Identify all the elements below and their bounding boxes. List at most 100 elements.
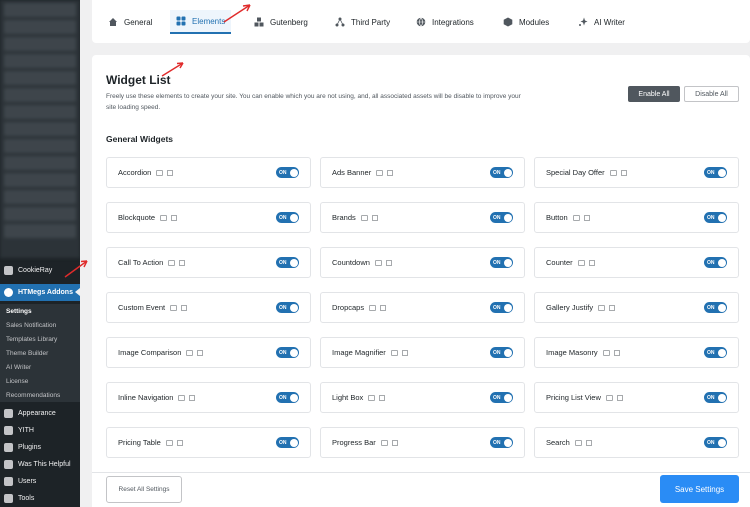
widget-label: Custom Event bbox=[118, 303, 166, 312]
monitor-icon[interactable] bbox=[369, 305, 377, 312]
widget-toggle[interactable]: ON bbox=[490, 347, 513, 358]
widget-toggle[interactable]: ON bbox=[704, 437, 727, 448]
sidebar-item-appearance[interactable]: Appearance bbox=[0, 405, 80, 422]
widget-label: Light Box bbox=[332, 393, 364, 402]
widget-toggle[interactable]: ON bbox=[490, 212, 513, 223]
toggle-state-label: ON bbox=[493, 169, 501, 176]
widget-toggle[interactable]: ON bbox=[276, 167, 299, 178]
monitor-icon[interactable] bbox=[160, 215, 168, 222]
external-link-icon[interactable] bbox=[167, 170, 174, 177]
monitor-icon[interactable] bbox=[609, 170, 617, 177]
external-link-icon[interactable] bbox=[385, 260, 392, 267]
monitor-icon[interactable] bbox=[170, 305, 178, 312]
monitor-icon[interactable] bbox=[572, 215, 580, 222]
external-link-icon[interactable] bbox=[387, 170, 394, 177]
widget-toggle[interactable]: ON bbox=[276, 257, 299, 268]
widget-toggle[interactable]: ON bbox=[276, 437, 299, 448]
admin-sidebar: CookieRay HTMegs Addons Settings Sales N… bbox=[0, 0, 80, 507]
widget-toggle[interactable]: ON bbox=[704, 347, 727, 358]
widget-toggle[interactable]: ON bbox=[704, 257, 727, 268]
save-settings-button[interactable]: Save Settings bbox=[660, 475, 739, 503]
external-link-icon[interactable] bbox=[181, 305, 188, 312]
widget-toggle[interactable]: ON bbox=[490, 437, 513, 448]
monitor-icon[interactable] bbox=[605, 395, 613, 402]
widget-toggle[interactable]: ON bbox=[704, 212, 727, 223]
sidebar-item-htmegs-addons[interactable]: HTMegs Addons bbox=[0, 284, 80, 301]
widget-card: Call To Action ON bbox=[106, 247, 311, 278]
widget-toggle[interactable]: ON bbox=[276, 212, 299, 223]
monitor-icon[interactable] bbox=[380, 440, 388, 447]
tab-integrations[interactable]: Integrations bbox=[416, 10, 474, 34]
settings-tabs: General Elements Gutenberg Third Party I… bbox=[92, 0, 750, 43]
tab-gutenberg[interactable]: Gutenberg bbox=[254, 10, 308, 34]
external-link-icon[interactable] bbox=[613, 350, 620, 357]
enable-all-button[interactable]: Enable All bbox=[628, 86, 680, 102]
submenu-theme-builder[interactable]: Theme Builder bbox=[0, 346, 80, 360]
widget-toggle[interactable]: ON bbox=[704, 302, 727, 313]
monitor-icon[interactable] bbox=[574, 440, 582, 447]
sidebar-item-yith[interactable]: YITH bbox=[0, 422, 80, 439]
widget-toggle[interactable]: ON bbox=[490, 257, 513, 268]
widget-label: Countdown bbox=[332, 258, 370, 267]
monitor-icon[interactable] bbox=[602, 350, 610, 357]
external-link-icon[interactable] bbox=[609, 305, 616, 312]
external-link-icon[interactable] bbox=[401, 350, 408, 357]
monitor-icon[interactable] bbox=[168, 260, 176, 267]
sidebar-item-was-this-helpful[interactable]: Was This Helpful bbox=[0, 456, 80, 473]
disable-all-button[interactable]: Disable All bbox=[684, 86, 739, 102]
sidebar-item-plugins[interactable]: Plugins bbox=[0, 439, 80, 456]
external-link-icon[interactable] bbox=[391, 440, 398, 447]
external-link-icon[interactable] bbox=[176, 440, 183, 447]
external-link-icon[interactable] bbox=[588, 260, 595, 267]
external-link-icon[interactable] bbox=[171, 215, 178, 222]
widget-toggle[interactable]: ON bbox=[276, 392, 299, 403]
submenu-ai-writer[interactable]: AI Writer bbox=[0, 360, 80, 374]
monitor-icon[interactable] bbox=[390, 350, 398, 357]
external-link-icon[interactable] bbox=[179, 260, 186, 267]
widget-toggle[interactable]: ON bbox=[276, 347, 299, 358]
external-link-icon[interactable] bbox=[585, 440, 592, 447]
sidebar-item-users[interactable]: Users bbox=[0, 473, 80, 490]
widget-toggle[interactable]: ON bbox=[704, 392, 727, 403]
widget-label: Image Masonry bbox=[546, 348, 598, 357]
widget-card: Button ON bbox=[534, 202, 739, 233]
grid-icon bbox=[176, 16, 186, 26]
widget-toggle[interactable]: ON bbox=[490, 167, 513, 178]
monitor-icon[interactable] bbox=[186, 350, 194, 357]
submenu-settings[interactable]: Settings bbox=[0, 304, 80, 318]
widget-card: Ads Banner ON bbox=[320, 157, 525, 188]
monitor-icon[interactable] bbox=[156, 170, 164, 177]
widget-card: Dropcaps ON bbox=[320, 292, 525, 323]
monitor-icon[interactable] bbox=[376, 170, 384, 177]
monitor-icon[interactable] bbox=[178, 395, 186, 402]
external-link-icon[interactable] bbox=[380, 305, 387, 312]
sidebar-item-tools[interactable]: Tools bbox=[0, 490, 80, 507]
monitor-icon[interactable] bbox=[360, 215, 368, 222]
monitor-icon[interactable] bbox=[165, 440, 173, 447]
monitor-icon[interactable] bbox=[577, 260, 585, 267]
submenu-recommendations[interactable]: Recommendations bbox=[0, 388, 80, 402]
external-link-icon[interactable] bbox=[583, 215, 590, 222]
tab-general[interactable]: General bbox=[108, 10, 152, 34]
widget-toggle[interactable]: ON bbox=[490, 392, 513, 403]
external-link-icon[interactable] bbox=[189, 395, 196, 402]
external-link-icon[interactable] bbox=[620, 170, 627, 177]
widget-toggle[interactable]: ON bbox=[704, 167, 727, 178]
external-link-icon[interactable] bbox=[379, 395, 386, 402]
submenu-templates-library[interactable]: Templates Library bbox=[0, 332, 80, 346]
monitor-icon[interactable] bbox=[374, 260, 382, 267]
tab-modules[interactable]: Modules bbox=[503, 10, 549, 34]
widget-toggle[interactable]: ON bbox=[276, 302, 299, 313]
tab-ai-writer[interactable]: AI Writer bbox=[578, 10, 625, 34]
widget-label: Counter bbox=[546, 258, 573, 267]
tab-third-party[interactable]: Third Party bbox=[335, 10, 390, 34]
reset-all-settings-button[interactable]: Reset All Settings bbox=[106, 476, 182, 503]
monitor-icon[interactable] bbox=[368, 395, 376, 402]
external-link-icon[interactable] bbox=[371, 215, 378, 222]
submenu-license[interactable]: License bbox=[0, 374, 80, 388]
monitor-icon[interactable] bbox=[598, 305, 606, 312]
external-link-icon[interactable] bbox=[197, 350, 204, 357]
external-link-icon[interactable] bbox=[616, 395, 623, 402]
submenu-sales-notification[interactable]: Sales Notification bbox=[0, 318, 80, 332]
widget-toggle[interactable]: ON bbox=[490, 302, 513, 313]
